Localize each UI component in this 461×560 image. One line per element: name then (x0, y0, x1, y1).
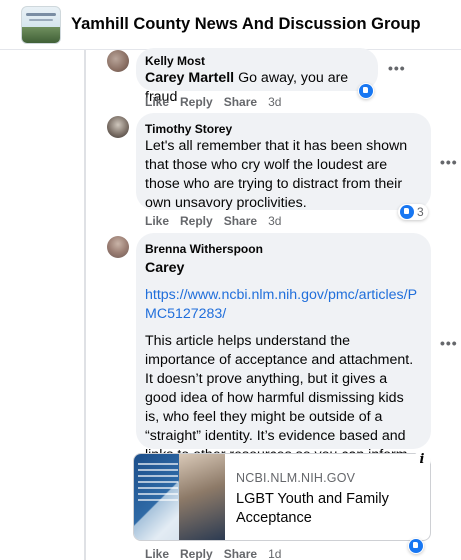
more-options-icon[interactable]: ••• (388, 60, 406, 76)
reaction-count: 3 (417, 205, 424, 219)
like-reaction-icon (400, 205, 414, 219)
link-preview-image (134, 454, 225, 540)
reply-button[interactable]: Reply (180, 214, 213, 228)
mention-link[interactable]: Carey (145, 259, 419, 278)
comment-bubble: Brenna Witherspoon Carey https://www.ncb… (136, 233, 431, 482)
mention-link[interactable]: Carey Martell (145, 70, 234, 86)
article-link[interactable]: https://www.ncbi.nlm.nih.gov/pmc/article… (145, 286, 419, 324)
timestamp[interactable]: 3d (268, 95, 281, 109)
reply-button[interactable]: Reply (180, 547, 213, 560)
reaction-summary[interactable] (408, 538, 424, 554)
thread-line (84, 50, 86, 560)
comment-actions: Like Reply Share 3d (145, 95, 292, 109)
more-options-icon[interactable]: ••• (440, 154, 458, 170)
share-button[interactable]: Share (224, 214, 257, 228)
comment-actions: Like Reply Share 3d (145, 214, 292, 228)
reaction-summary[interactable]: 3 (398, 204, 428, 220)
like-button[interactable]: Like (145, 214, 169, 228)
avatar[interactable] (107, 116, 129, 138)
group-title[interactable]: Yamhill County News And Discussion Group (71, 15, 421, 34)
reply-button[interactable]: Reply (180, 95, 213, 109)
avatar[interactable] (107, 50, 129, 72)
more-options-icon[interactable]: ••• (440, 335, 458, 351)
comment-bubble: Timothy Storey Let's all remember that i… (136, 113, 431, 211)
link-preview-title: LGBT Youth and Family Acceptance (236, 491, 389, 526)
comment-author[interactable]: Kelly Most (145, 53, 366, 69)
comment-author[interactable]: Timothy Storey (145, 121, 419, 137)
like-reaction-icon (359, 84, 373, 98)
comment-actions: Like Reply Share 1d (145, 547, 292, 560)
link-preview-domain: NCBI.NLM.NIH.GOV (236, 471, 356, 485)
group-cover-thumbnail[interactable] (21, 5, 61, 44)
like-reaction-icon (409, 539, 423, 553)
like-button[interactable]: Like (145, 95, 169, 109)
info-icon[interactable]: i (413, 451, 431, 469)
reaction-summary[interactable] (358, 83, 374, 99)
link-preview-card[interactable]: NCBI.NLM.NIH.GOV LGBT Youth and Family A… (133, 453, 431, 541)
comment-body: Let's all remember that it has been show… (145, 138, 408, 211)
comment-author[interactable]: Brenna Witherspoon (145, 241, 419, 257)
like-button[interactable]: Like (145, 547, 169, 560)
timestamp[interactable]: 1d (268, 547, 281, 560)
avatar[interactable] (107, 236, 129, 258)
group-header: Yamhill County News And Discussion Group (0, 0, 461, 50)
comment-bubble: Kelly Most Carey Martell Go away, you ar… (136, 48, 378, 105)
share-button[interactable]: Share (224, 547, 257, 560)
timestamp[interactable]: 3d (268, 214, 281, 228)
share-button[interactable]: Share (224, 95, 257, 109)
